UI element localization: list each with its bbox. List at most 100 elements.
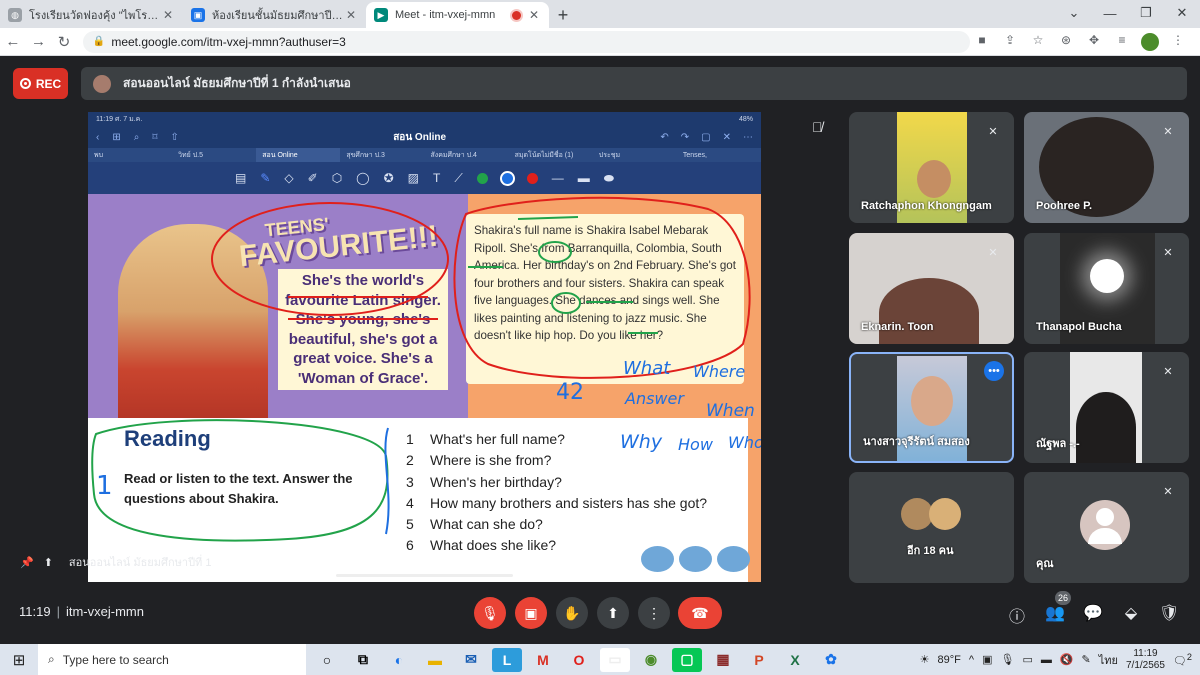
more-participants-tile[interactable]: อีก 18 คน bbox=[849, 472, 1014, 583]
address-bar[interactable]: 🔒 meet.google.com/itm-vxej-mmn?authuser=… bbox=[82, 30, 971, 53]
minimize-button[interactable]: — bbox=[1092, 0, 1128, 26]
pen-icon: ✎ bbox=[260, 171, 271, 185]
browser-tab-school[interactable]: ◍ โรงเรียนวัดฟองคุ้ง "ไพโรจน์ประชาสรรค์"… bbox=[0, 2, 183, 28]
file-explorer-icon[interactable]: ▬ bbox=[420, 648, 450, 672]
present-screen-icon[interactable]: ⬆ bbox=[44, 556, 53, 569]
reload-button[interactable]: ↻ bbox=[51, 33, 77, 51]
participant-tile[interactable]: ✕ Poohree P. bbox=[1024, 112, 1189, 223]
annotation-ink: 42 What Where Answer When Why How Who 1 bbox=[91, 196, 761, 542]
tab-close-icon[interactable]: ✕ bbox=[161, 8, 175, 22]
participant-tile[interactable]: ✕ Thanapol Bucha bbox=[1024, 233, 1189, 344]
host-controls-icon[interactable]: 🛡 bbox=[1159, 603, 1179, 627]
ipad-tab: สังคมศึกษา ป.4 bbox=[430, 151, 477, 159]
profile-avatar[interactable] bbox=[1141, 32, 1160, 51]
close-window-button[interactable]: ✕ bbox=[1164, 0, 1200, 26]
cortana-icon[interactable]: ○ bbox=[312, 648, 342, 672]
ink-42: 42 bbox=[556, 380, 584, 405]
bookmark-star-icon[interactable]: ☆ bbox=[1026, 33, 1050, 51]
people-icon[interactable]: 👥 bbox=[1045, 603, 1065, 627]
battery-icon[interactable]: ▬ bbox=[1041, 654, 1052, 666]
kebab-icon: ⋮ bbox=[647, 604, 661, 621]
tab-search-icon[interactable]: ⌄ bbox=[1056, 0, 1092, 26]
activities-icon[interactable]: ⬙ bbox=[1121, 603, 1141, 627]
chrome-icon[interactable]: ◉ bbox=[636, 648, 666, 672]
paint-icon[interactable]: ✿ bbox=[816, 648, 846, 672]
participant-name: คุณ bbox=[1036, 558, 1054, 570]
clock-time: 11:19 bbox=[1133, 647, 1158, 659]
chat-icon[interactable]: 💬 bbox=[1083, 603, 1103, 627]
reading-list-icon[interactable]: ≡ bbox=[1110, 33, 1134, 51]
weather-icon[interactable]: ☀ bbox=[920, 653, 930, 666]
camera-toggle-button[interactable]: ▣ bbox=[515, 597, 547, 629]
classroom-icon: ▣ bbox=[191, 8, 205, 22]
task-view-icon[interactable]: ⧉ bbox=[348, 648, 378, 672]
mcafee-icon[interactable]: M bbox=[528, 648, 558, 672]
self-tile[interactable]: ✕ คุณ bbox=[1024, 472, 1189, 583]
menu-kebab-icon[interactable]: ⋮ bbox=[1166, 33, 1190, 51]
tab-close-icon[interactable]: ✕ bbox=[527, 8, 541, 22]
side-panel-buttons: ⓘ 👥 💬 ⬙ 🛡 bbox=[1007, 603, 1179, 627]
blank-app-icon[interactable]: ▭ bbox=[600, 647, 630, 672]
winrar-icon[interactable]: ▦ bbox=[708, 648, 738, 672]
l-app-icon[interactable]: L bbox=[492, 647, 522, 672]
line-icon[interactable]: ▢ bbox=[672, 647, 702, 672]
share-icon[interactable]: ⇪ bbox=[998, 33, 1022, 51]
new-tab-button[interactable]: + bbox=[549, 2, 577, 28]
mic-off-icon: ✕ bbox=[1163, 125, 1173, 138]
meeting-time: 11:19 bbox=[19, 604, 51, 619]
participant-tile[interactable]: ✕ ณัฐพล -.- bbox=[1024, 352, 1189, 463]
pin-icon[interactable]: 📌 bbox=[20, 556, 34, 569]
more-options-icon[interactable]: ••• bbox=[984, 361, 1004, 381]
present-button[interactable]: ⬆ bbox=[597, 597, 629, 629]
windows-start-icon[interactable]: ⊞ bbox=[0, 651, 38, 669]
puzzle-icon[interactable]: ✥ bbox=[1082, 33, 1106, 51]
more-options-button[interactable]: ⋮ bbox=[638, 597, 670, 629]
browser-tab-classroom[interactable]: ▣ ห้องเรียนชั้นมัธยมศึกษาปีที่ 1/1 (ปีกา… bbox=[183, 2, 366, 28]
ink-what: What bbox=[623, 358, 671, 379]
taskbar-clock[interactable]: 11:19 7/1/2565 bbox=[1126, 648, 1165, 672]
ink-underlines-green bbox=[468, 216, 658, 334]
ipad-tab: วิทย์ ป.5 bbox=[178, 151, 203, 159]
edge-icon[interactable]: ◐ bbox=[384, 648, 414, 672]
forward-button[interactable]: → bbox=[26, 33, 52, 50]
mic-tray-icon[interactable]: 🎙 bbox=[1000, 653, 1014, 666]
restore-button[interactable]: ❐ bbox=[1128, 0, 1164, 26]
recording-badge[interactable]: REC bbox=[13, 68, 68, 99]
excel-icon[interactable]: X bbox=[780, 648, 810, 672]
notification-icon[interactable]: 🗨2 bbox=[1173, 652, 1192, 668]
lock-icon[interactable]: 🔒 bbox=[93, 36, 105, 47]
camera-tray-icon[interactable]: ▣ bbox=[982, 653, 992, 666]
participant-tile-selected[interactable]: ••• นางสาวจุรีรัตน์ สมสอง bbox=[849, 352, 1014, 463]
participant-name: Eknarin. Toon bbox=[861, 321, 934, 333]
bookmark-icon: ⌑ bbox=[152, 131, 158, 143]
mail-icon[interactable]: ✉ bbox=[456, 648, 486, 672]
volume-muted-icon[interactable]: 🔇 bbox=[1060, 653, 1074, 666]
extension-icon[interactable]: ⊛ bbox=[1054, 33, 1078, 51]
tab-close-icon[interactable]: ✕ bbox=[344, 8, 358, 22]
language-indicator[interactable]: ไทย bbox=[1099, 651, 1118, 669]
back-button[interactable]: ← bbox=[0, 33, 26, 50]
participant-tile[interactable]: ✕ Eknarin. Toon bbox=[849, 233, 1014, 344]
browser-toolbar: ← → ↻ 🔒 meet.google.com/itm-vxej-mmn?aut… bbox=[0, 28, 1200, 56]
video-feed bbox=[911, 376, 953, 426]
tray-chevron-icon[interactable]: ^ bbox=[969, 654, 974, 666]
mic-toggle-button[interactable]: 🎙 bbox=[474, 597, 506, 629]
taskbar-search[interactable]: ⌕ Type here to search bbox=[38, 644, 306, 675]
raise-hand-button[interactable]: ✋ bbox=[556, 597, 588, 629]
info-icon[interactable]: ⓘ bbox=[1007, 603, 1027, 627]
tab-title: ห้องเรียนชั้นมัธยมศึกษาปีที่ 1/1 (ปีการ bbox=[212, 10, 344, 22]
leave-call-button[interactable]: ☎ bbox=[678, 597, 722, 629]
eraser-icon: ◇ bbox=[284, 171, 294, 185]
mic-off-icon: ✕ bbox=[988, 246, 998, 259]
pen-tray-icon[interactable]: ✎ bbox=[1082, 653, 1091, 666]
participant-tile[interactable]: ✕ Ratchaphon Khongngam bbox=[849, 112, 1014, 223]
browser-tab-meet[interactable]: ▶ Meet - itm-vxej-mmn ✕ bbox=[366, 2, 549, 28]
network-icon[interactable]: ▭ bbox=[1022, 653, 1032, 666]
camera-in-use-icon[interactable]: ■ bbox=[970, 33, 994, 51]
ink-who: Who bbox=[728, 433, 761, 452]
ipad-app-bar: ‹ ⊞ ⌕ ⌑ ⇧ สอน Online ↶ ↷ ▢ ✕ ⋯ bbox=[88, 126, 761, 148]
browser-tab-strip: ◍ โรงเรียนวัดฟองคุ้ง "ไพโรจน์ประชาสรรค์"… bbox=[0, 0, 1200, 28]
opera-icon[interactable]: O bbox=[564, 648, 594, 672]
reader-icon: ▤ bbox=[234, 171, 247, 185]
powerpoint-icon[interactable]: P bbox=[744, 648, 774, 672]
